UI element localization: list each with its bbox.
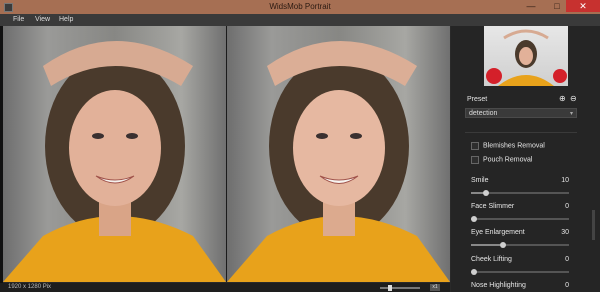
menu-help[interactable]: Help [59, 16, 73, 23]
minimize-button[interactable]: — [522, 0, 540, 12]
slider-fill [471, 192, 483, 194]
nose-highlighting-value: 0 [565, 282, 569, 289]
nose-highlighting-label: Nose Highlighting [471, 282, 526, 289]
eye-enlargement-value: 30 [561, 229, 569, 236]
smile-value: 10 [561, 177, 569, 184]
maximize-button[interactable]: □ [548, 0, 566, 12]
smile-slider[interactable] [471, 190, 569, 196]
portrait-after-image [227, 41, 450, 282]
close-button[interactable]: ✕ [566, 0, 600, 12]
menu-view[interactable]: View [35, 16, 50, 23]
after-photo[interactable] [227, 26, 450, 282]
zoom-slider[interactable] [380, 285, 420, 291]
slider-knob[interactable] [471, 269, 477, 275]
checkbox-box[interactable] [471, 156, 479, 164]
pouch-removal-checkbox[interactable]: Pouch Removal [471, 156, 532, 164]
panel-divider [465, 132, 577, 133]
zoom-slider-thumb[interactable] [388, 285, 392, 291]
preset-label: Preset [467, 96, 488, 103]
checkbox-label: Blemishes Removal [483, 142, 545, 150]
zoom-button[interactable]: x1 [430, 284, 440, 291]
window-title: WidsMob Portrait [269, 2, 331, 11]
eye-enlargement-slider[interactable] [471, 242, 569, 248]
preview-thumbnail[interactable] [484, 26, 568, 86]
face-slimmer-label: Face Slimmer [471, 203, 515, 210]
checkbox-label: Pouch Removal [483, 156, 533, 164]
checkbox-box[interactable] [471, 142, 479, 150]
portrait-before-image [3, 41, 226, 282]
before-photo[interactable] [3, 26, 226, 282]
menu-bar: File View Help [0, 14, 600, 26]
slider-knob[interactable] [471, 216, 477, 222]
image-size-text: 1920 x 1280 Pix [8, 284, 52, 290]
status-bar: 1920 x 1280 Pix x1 [0, 283, 450, 292]
cheek-lifting-label: Cheek Lifting [471, 256, 512, 263]
blemishes-removal-checkbox[interactable]: Blemishes Removal [471, 142, 545, 150]
eye-enlargement-label: Eye Enlargement [471, 229, 525, 236]
slider-knob[interactable] [482, 190, 489, 196]
title-bar: WidsMob Portrait — □ ✕ [0, 0, 600, 14]
preset-dropdown[interactable]: detection ▾ [465, 108, 577, 118]
slider-fill [471, 244, 501, 246]
panel-scrollbar[interactable] [592, 210, 595, 240]
menu-file[interactable]: File [13, 16, 24, 23]
thumbnail-image [486, 29, 567, 86]
remove-preset-icon[interactable]: ⊖ [570, 94, 577, 103]
chevron-down-icon: ▾ [569, 111, 573, 117]
preset-selected-value: detection [469, 110, 498, 117]
face-slimmer-value: 0 [565, 203, 569, 210]
cheek-lifting-value: 0 [565, 256, 569, 263]
slider-knob[interactable] [500, 242, 507, 248]
cheek-lifting-slider[interactable] [471, 269, 569, 275]
face-slimmer-slider[interactable] [471, 216, 569, 222]
add-preset-icon[interactable]: ⊕ [559, 94, 566, 103]
smile-label: Smile [471, 177, 489, 184]
settings-panel: Preset ⊕ ⊖ detection ▾ Blemishes Removal… [451, 26, 600, 292]
